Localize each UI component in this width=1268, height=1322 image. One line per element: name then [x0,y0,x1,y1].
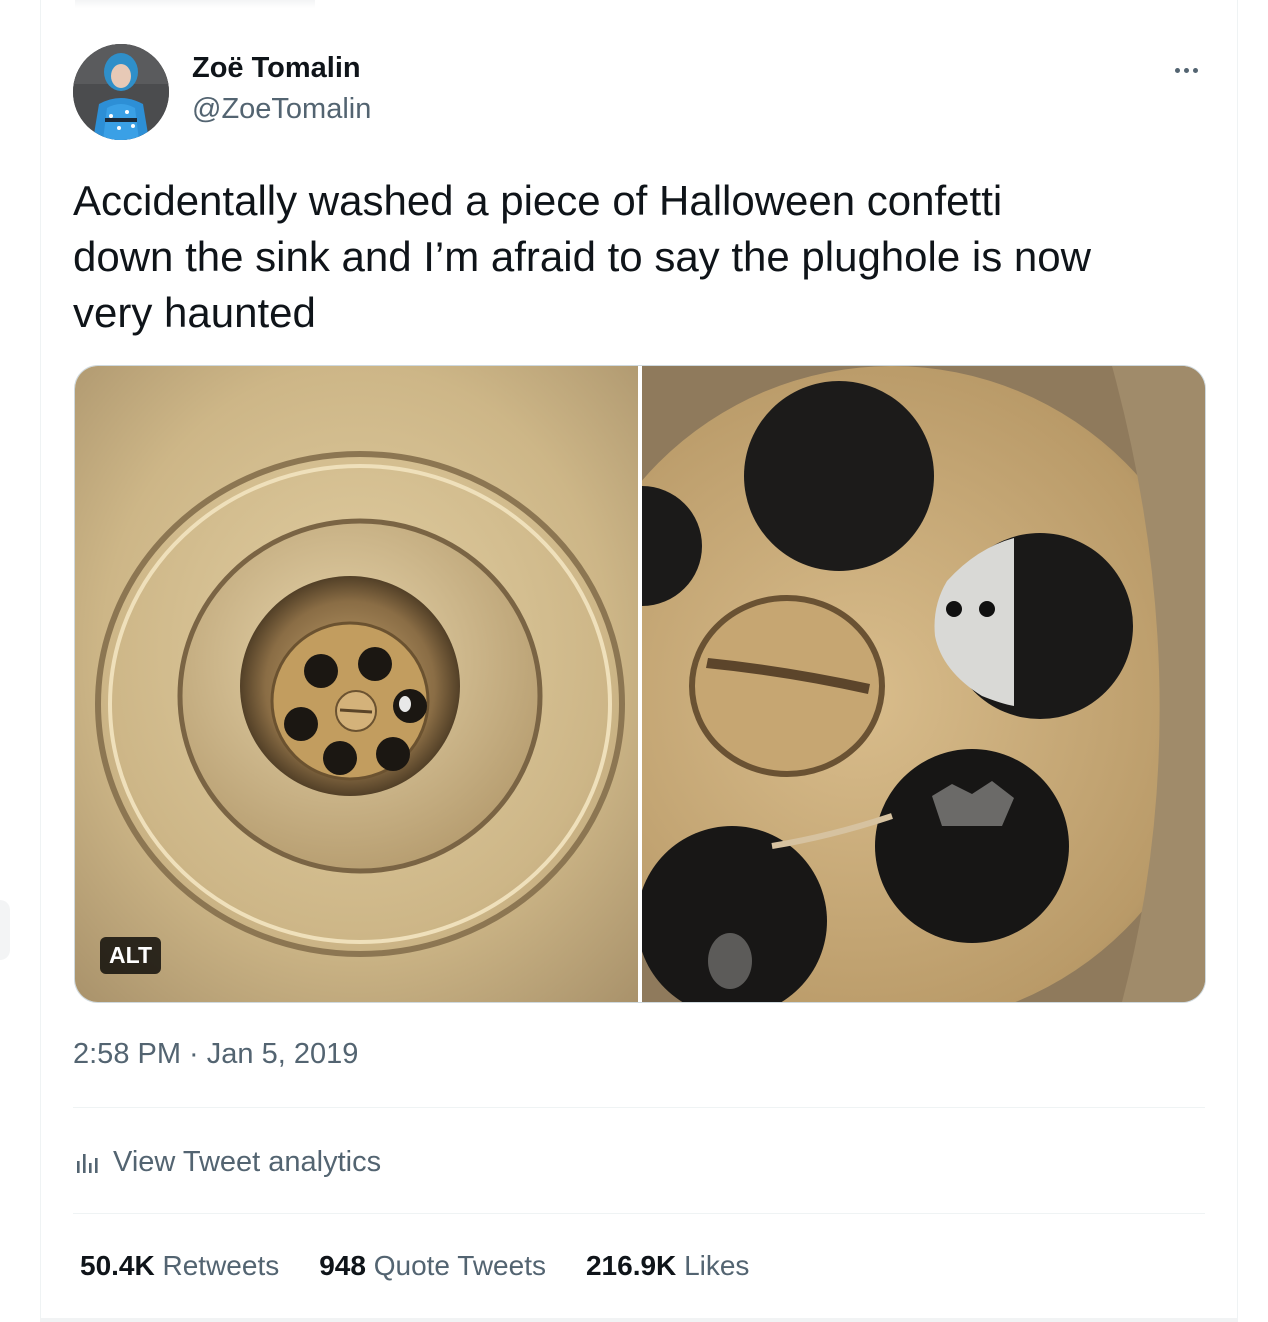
likes-count: 216.9K [585,1250,677,1281]
sink-drain-photo [75,366,638,1002]
timeline-border-left [40,0,41,1322]
analytics-label: View Tweet analytics [113,1145,382,1178]
timeline-border-right [1237,0,1238,1322]
alt-text-badge[interactable]: ALT [100,937,162,974]
photo-haunted-plughole[interactable] [642,366,1205,1002]
photo-sink-drain[interactable]: ALT [75,366,638,1002]
plughole-closeup-photo [642,366,1205,1002]
previous-content-edge [75,0,315,8]
quote-tweets-label: Quote Tweets [373,1250,546,1281]
retweets-stat[interactable]: 50.4K Retweets [80,1250,279,1282]
tweet-timestamp[interactable]: 2:58 PM · Jan 5, 2019 [73,1038,358,1071]
author-name[interactable]: Zoë Tomalin [192,52,361,85]
divider [73,1213,1205,1214]
retweets-count: 50.4K [80,1250,155,1281]
more-options-icon[interactable] [1166,56,1206,84]
tweet-text: Accidentally washed a piece of Halloween… [73,177,1091,336]
retweets-label: Retweets [162,1250,280,1281]
likes-stat[interactable]: 216.9K Likes [586,1250,749,1282]
engagement-stats: 50.4K Retweets 948 Quote Tweets 216.9K L… [80,1250,749,1282]
quote-tweets-count: 948 [319,1250,366,1281]
dot [1192,67,1198,73]
bottom-divider [40,1318,1238,1322]
tweet-media[interactable]: ALT [74,365,1206,1003]
divider [73,1107,1205,1108]
author-avatar[interactable] [73,44,169,140]
dot [1183,67,1189,73]
likes-label: Likes [684,1250,750,1281]
author-handle[interactable]: @ZoeTomalin [192,93,371,126]
avatar-image [73,44,169,140]
analytics-bar-icon [77,1154,98,1173]
quote-tweets-stat[interactable]: 948 Quote Tweets [319,1250,546,1282]
dot [1174,67,1180,73]
view-tweet-analytics-link[interactable]: View Tweet analytics [73,1142,381,1182]
offscreen-element-edge [0,900,10,960]
